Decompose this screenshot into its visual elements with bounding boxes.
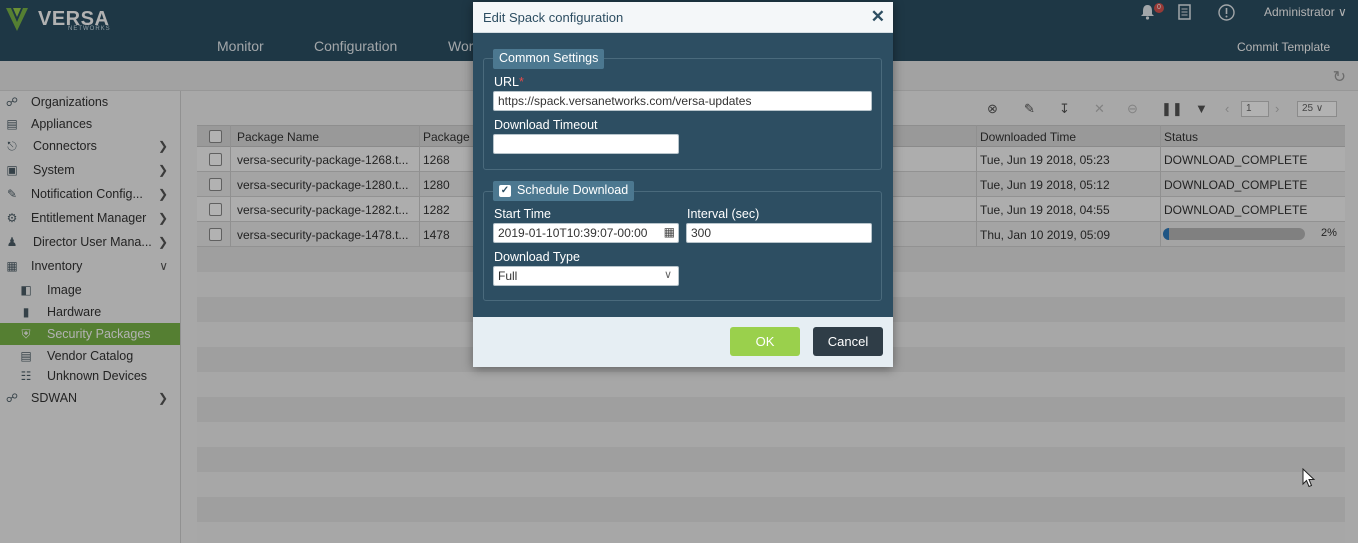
url-label-text: URL bbox=[494, 75, 520, 89]
cancel-button[interactable]: Cancel bbox=[813, 327, 883, 356]
page: VERSA NETWORKS Monitor Configuration Wor… bbox=[0, 0, 1358, 543]
schedule-download-legend[interactable]: ✓ Schedule Download bbox=[493, 181, 635, 201]
schedule-download-checkbox[interactable]: ✓ bbox=[499, 185, 511, 197]
chevron-down-icon: ∨ bbox=[663, 269, 672, 281]
download-timeout-input[interactable] bbox=[493, 134, 679, 154]
url-input[interactable] bbox=[493, 91, 872, 111]
common-settings-legend: Common Settings bbox=[493, 49, 605, 69]
schedule-download-label: Schedule Download bbox=[517, 183, 629, 197]
start-time-input[interactable]: 2019-01-10T10:39:07-00:00 ▦ bbox=[493, 223, 679, 243]
download-type-label: Download Type bbox=[494, 250, 580, 264]
download-type-value: Full bbox=[498, 269, 518, 283]
required-marker: * bbox=[519, 75, 524, 89]
interval-label: Interval (sec) bbox=[687, 207, 760, 221]
dialog-title: Edit Spack configuration bbox=[483, 10, 624, 25]
start-time-label: Start Time bbox=[494, 207, 551, 221]
dialog-header: Edit Spack configuration ✕ bbox=[473, 2, 893, 33]
download-timeout-label: Download Timeout bbox=[494, 118, 598, 132]
url-label: URL* bbox=[494, 75, 524, 89]
dialog-footer: OK Cancel bbox=[473, 317, 893, 367]
mouse-cursor-icon bbox=[1302, 468, 1316, 488]
download-type-select[interactable]: Full ∨ bbox=[493, 266, 679, 286]
calendar-icon[interactable]: ▦ bbox=[664, 225, 675, 239]
start-time-value: 2019-01-10T10:39:07-00:00 bbox=[498, 226, 648, 240]
interval-input[interactable] bbox=[686, 223, 872, 243]
close-icon[interactable]: ✕ bbox=[871, 7, 885, 27]
ok-button[interactable]: OK bbox=[730, 327, 800, 356]
edit-spack-dialog: Edit Spack configuration ✕ Common Settin… bbox=[473, 2, 893, 367]
